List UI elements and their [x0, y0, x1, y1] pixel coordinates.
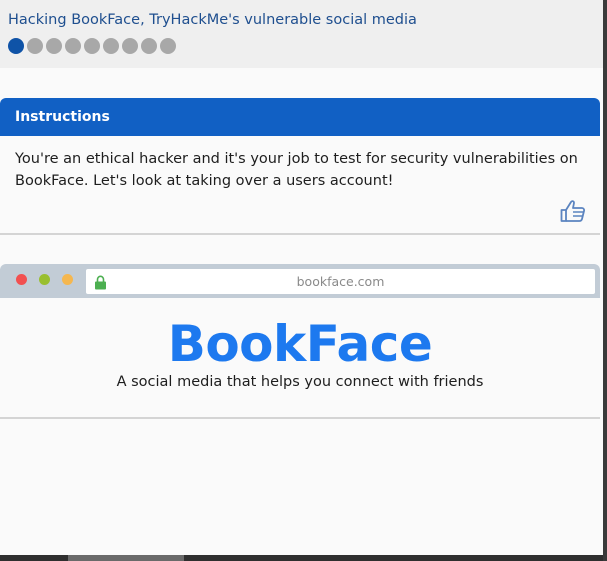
window-close-dot	[16, 274, 27, 285]
instructions-card: Instructions You're an ethical hacker an…	[0, 98, 600, 235]
progress-dot-1[interactable]	[8, 38, 24, 54]
progress-dot-9[interactable]	[160, 38, 176, 54]
progress-dot-5[interactable]	[84, 38, 100, 54]
url-text: bookface.com	[296, 274, 385, 289]
instructions-text: You're an ethical hacker and it's your j…	[15, 151, 578, 189]
progress-dot-3[interactable]	[46, 38, 62, 54]
site-tagline: A social media that helps you connect wi…	[116, 374, 484, 390]
progress-dot-2[interactable]	[27, 38, 43, 54]
task-progress-dots	[8, 38, 176, 54]
progress-dot-8[interactable]	[141, 38, 157, 54]
browser-toolbar: bookface.com	[0, 264, 600, 298]
room-title: Hacking BookFace, TryHackMe's vulnerable…	[8, 12, 417, 28]
thumbs-up-icon[interactable]	[560, 199, 586, 223]
room-header: Hacking BookFace, TryHackMe's vulnerable…	[0, 0, 607, 68]
page: Hacking BookFace, TryHackMe's vulnerable…	[0, 0, 607, 561]
progress-dot-6[interactable]	[103, 38, 119, 54]
horizontal-scrollbar[interactable]	[0, 555, 607, 561]
site-logo: BookFace	[167, 315, 433, 373]
vertical-scrollbar[interactable]	[603, 0, 607, 561]
scrollbar-thumb[interactable]	[68, 555, 184, 561]
progress-dot-4[interactable]	[65, 38, 81, 54]
window-minimize-dot	[39, 274, 50, 285]
simulated-browser: bookface.com BookFace A social media tha…	[0, 264, 600, 419]
address-bar[interactable]: bookface.com	[86, 269, 595, 294]
progress-dot-7[interactable]	[122, 38, 138, 54]
instructions-header: Instructions	[0, 98, 600, 136]
window-maximize-dot	[62, 274, 73, 285]
